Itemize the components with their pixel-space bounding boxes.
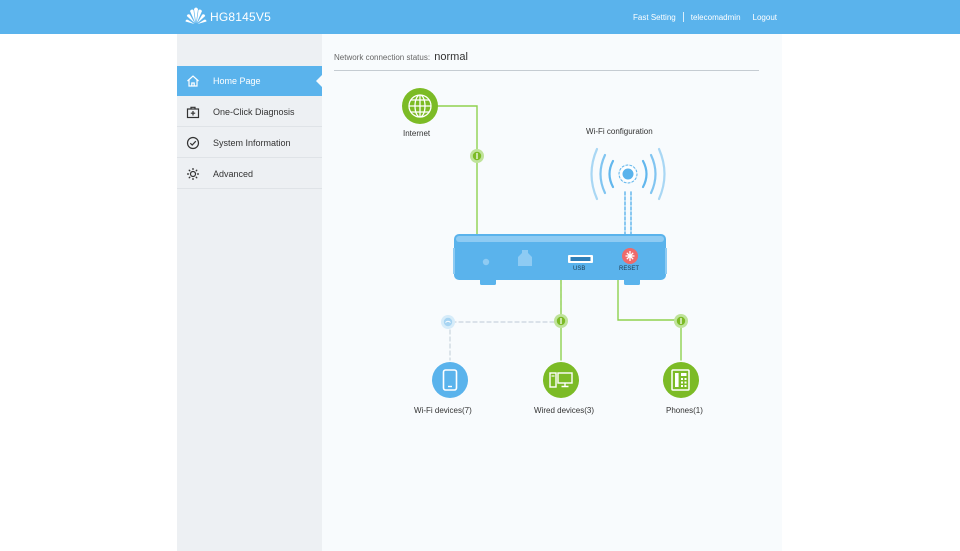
sidebar-item-home-page[interactable]: Home Page bbox=[177, 66, 323, 96]
device-model: HG8145V5 bbox=[210, 10, 271, 24]
wifi-devices-link[interactable]: Wi-Fi devices(7) bbox=[414, 406, 472, 415]
brand: HG8145V5 bbox=[184, 7, 271, 27]
internet-label: Internet bbox=[403, 129, 431, 138]
power-light-icon bbox=[482, 258, 490, 266]
sidebar-item-system-information[interactable]: System Information bbox=[177, 128, 322, 158]
wifi-devices-line bbox=[449, 279, 562, 361]
wired-devices-link[interactable]: Wired devices(3) bbox=[534, 406, 594, 415]
sidebar-item-label: One-Click Diagnosis bbox=[213, 106, 295, 117]
huawei-logo-icon bbox=[184, 5, 208, 30]
sidebar-item-advanced[interactable]: Advanced bbox=[177, 159, 322, 189]
usb-label: USB bbox=[573, 266, 586, 272]
wifi-configuration-link[interactable]: Wi-Fi configuration bbox=[586, 127, 653, 136]
sidebar: Home Page One-Click Diagnosis System Inf… bbox=[177, 34, 323, 551]
logout-link[interactable]: Logout bbox=[753, 13, 777, 22]
check-circle-icon bbox=[185, 135, 201, 151]
link-status-dot bbox=[674, 314, 688, 328]
fast-setting-link[interactable]: Fast Setting bbox=[633, 13, 676, 22]
phones-link[interactable]: Phones(1) bbox=[666, 406, 703, 415]
user-account-link[interactable]: telecomadmin bbox=[691, 13, 741, 22]
internet-connection-line bbox=[436, 105, 478, 235]
router-device bbox=[453, 234, 667, 285]
top-header: HG8145V5 Fast Setting telecomadmin Logou… bbox=[0, 0, 960, 34]
mobile-phone-icon bbox=[432, 362, 468, 398]
wifi-signal-icon bbox=[590, 147, 666, 201]
computer-icon bbox=[543, 362, 579, 398]
sidebar-item-label: Home Page bbox=[213, 76, 261, 86]
link-status-dot bbox=[554, 314, 568, 328]
gear-icon bbox=[185, 166, 201, 182]
nav-divider bbox=[682, 12, 684, 22]
main-content: Network connection status: normal Intern… bbox=[322, 34, 782, 551]
sidebar-item-one-click-diagnosis[interactable]: One-Click Diagnosis bbox=[177, 97, 322, 127]
globe-icon bbox=[402, 88, 438, 124]
telephone-icon bbox=[663, 362, 699, 398]
sidebar-item-label: Advanced bbox=[213, 168, 254, 179]
medical-kit-icon bbox=[185, 104, 201, 120]
link-status-dot bbox=[470, 149, 484, 163]
phones-line bbox=[617, 279, 682, 361]
home-icon bbox=[185, 73, 201, 89]
reset-label: RESET bbox=[619, 266, 640, 272]
wifi-link-status-dot bbox=[441, 315, 455, 329]
top-nav: Fast Setting telecomadmin Logout bbox=[633, 0, 777, 34]
network-topology-diagram bbox=[402, 88, 699, 398]
sidebar-item-label: System Information bbox=[213, 137, 291, 148]
